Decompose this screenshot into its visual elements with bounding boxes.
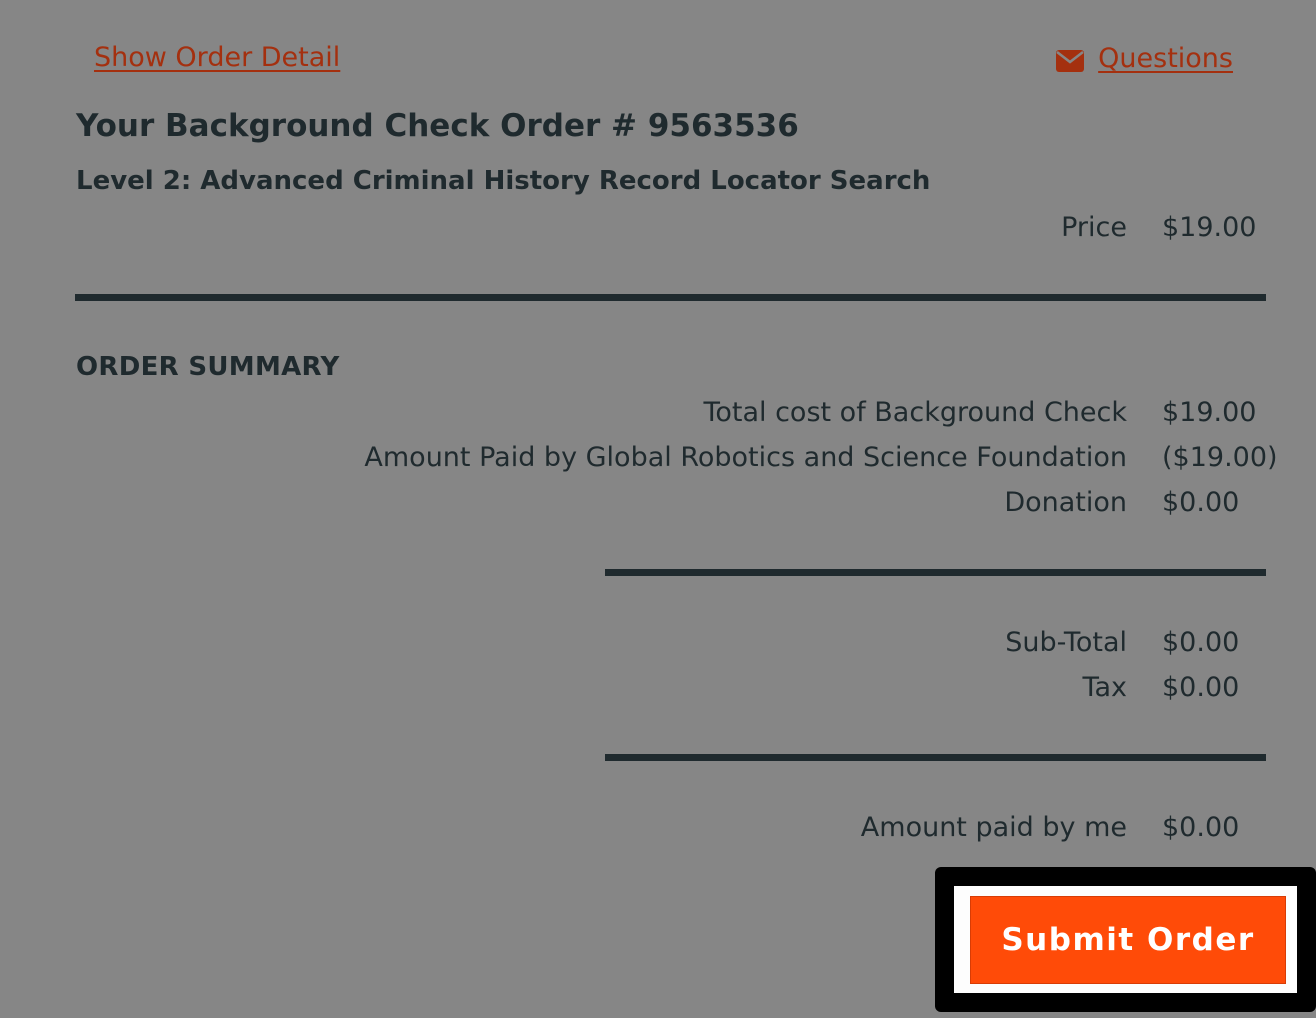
summary-row-value: $0.00 xyxy=(1162,487,1240,518)
submit-order-button[interactable]: Submit Order xyxy=(970,896,1286,984)
tax-value: $0.00 xyxy=(1162,672,1240,703)
price-label: Price xyxy=(1061,212,1127,243)
summary-row-label: Total cost of Background Check xyxy=(703,397,1127,428)
order-page: Show Order Detail Questions Your Backgro… xyxy=(0,0,1316,1018)
summary-row-label: Amount Paid by Global Robotics and Scien… xyxy=(364,442,1127,473)
divider xyxy=(605,754,1266,761)
summary-row-value: ($19.00) xyxy=(1162,442,1278,473)
summary-row-donation: Donation $0.00 xyxy=(0,487,1316,523)
subtotal-value: $0.00 xyxy=(1162,627,1240,658)
questions-link[interactable]: Questions xyxy=(1056,43,1233,74)
summary-row-value: $19.00 xyxy=(1162,397,1257,428)
tax-row: Tax $0.00 xyxy=(0,672,1316,708)
subtotal-row: Sub-Total $0.00 xyxy=(0,627,1316,663)
order-title: Your Background Check Order # 9563536 xyxy=(76,108,799,144)
subtotal-label: Sub-Total xyxy=(1005,627,1127,658)
product-name: Level 2: Advanced Criminal History Recor… xyxy=(76,166,931,196)
amount-paid-by-me-value: $0.00 xyxy=(1162,812,1240,843)
summary-row-label: Donation xyxy=(1004,487,1127,518)
amount-paid-by-me-row: Amount paid by me $0.00 xyxy=(0,812,1316,848)
amount-paid-by-me-label: Amount paid by me xyxy=(860,812,1127,843)
questions-label: Questions xyxy=(1098,43,1233,74)
summary-row-amount-paid-foundation: Amount Paid by Global Robotics and Scien… xyxy=(0,442,1316,478)
tax-label: Tax xyxy=(1082,672,1127,703)
price-value: $19.00 xyxy=(1162,212,1257,243)
divider xyxy=(605,569,1266,576)
order-summary-heading: ORDER SUMMARY xyxy=(76,352,340,382)
summary-row-total-cost: Total cost of Background Check $19.00 xyxy=(0,397,1316,433)
envelope-icon xyxy=(1056,48,1085,72)
price-row: Price $19.00 xyxy=(0,212,1316,248)
show-order-detail-link[interactable]: Show Order Detail xyxy=(94,42,340,73)
divider xyxy=(75,294,1266,301)
